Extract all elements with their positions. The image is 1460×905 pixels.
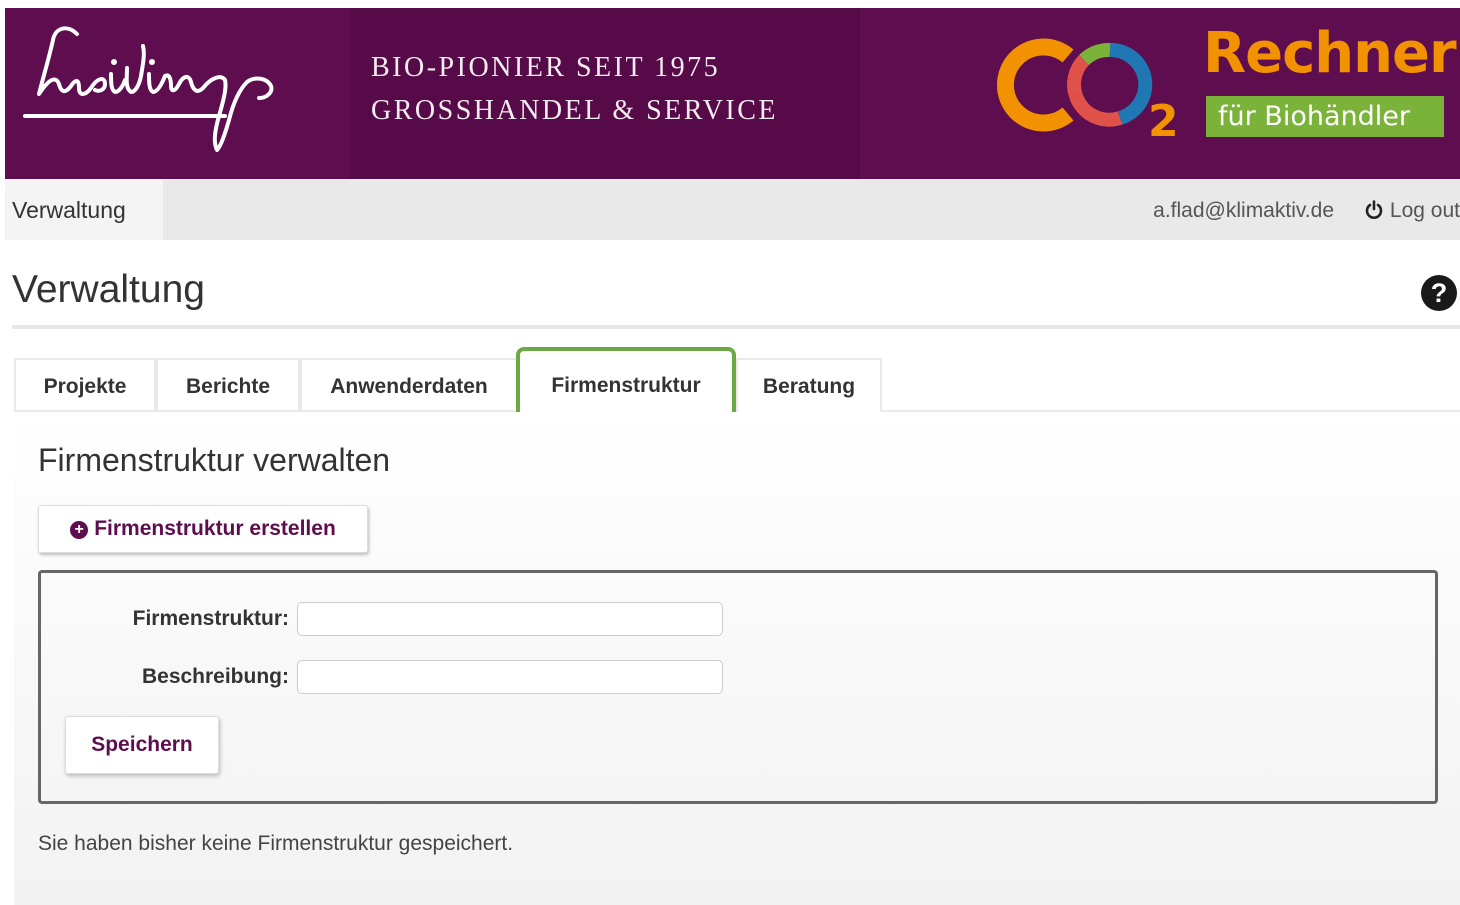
help-icon[interactable]: ?: [1421, 275, 1457, 311]
tab-beratung[interactable]: Beratung: [736, 358, 882, 412]
firmenstruktur-form: Firmenstruktur: Beschreibung: Speichern: [38, 570, 1438, 804]
weiling-logo: [23, 26, 274, 152]
tagline-line-1: BIO-PIONIER SEIT 1975: [371, 52, 721, 83]
create-firmenstruktur-button[interactable]: + Firmenstruktur erstellen: [38, 505, 368, 553]
tab-berichte[interactable]: Berichte: [156, 358, 300, 412]
beschreibung-label: Beschreibung:: [141, 665, 289, 688]
logout-label: Log out: [1389, 199, 1460, 222]
user-email: a.flad@klimaktiv.de: [1153, 199, 1334, 222]
tab-panel-firmenstruktur: Firmenstruktur verwalten + Firmenstruktur…: [14, 412, 1460, 905]
page-title: Verwaltung: [12, 268, 205, 311]
header-banner: BIO-PIONIER SEIT 1975 GROSSHANDEL & SERV…: [5, 8, 1460, 179]
plus-circle-icon: +: [70, 521, 89, 539]
title-divider: [12, 325, 1460, 329]
tab-anwenderdaten[interactable]: Anwenderdaten: [300, 358, 518, 412]
power-icon: [1365, 200, 1383, 219]
beschreibung-input[interactable]: [297, 660, 723, 694]
logout-link[interactable]: Log out: [1364, 179, 1460, 243]
tab-projekte[interactable]: Projekte: [14, 358, 156, 412]
create-button-label: Firmenstruktur erstellen: [94, 517, 336, 540]
rechner-title: Rechner: [1203, 21, 1457, 86]
co2-subscript: 2: [1148, 96, 1179, 146]
nav-item-verwaltung[interactable]: Verwaltung: [5, 179, 163, 240]
top-navbar: Verwaltung a.flad@klimaktiv.de Log out: [5, 179, 1460, 240]
save-button[interactable]: Speichern: [65, 716, 219, 774]
empty-state-message: Sie haben bisher keine Firmenstruktur ge…: [38, 832, 514, 855]
section-title: Firmenstruktur verwalten: [38, 442, 391, 478]
biohaendler-label: für Biohändler: [1206, 96, 1444, 137]
tab-firmenstruktur[interactable]: Firmenstruktur: [516, 347, 736, 420]
firmenstruktur-label: Firmenstruktur:: [132, 607, 289, 630]
co2-logo: 2: [996, 38, 1179, 146]
banner-tagline: BIO-PIONIER SEIT 1975 GROSSHANDEL & SERV…: [371, 46, 778, 132]
tagline-line-2: GROSSHANDEL & SERVICE: [371, 95, 779, 126]
firmenstruktur-input[interactable]: [297, 602, 723, 636]
